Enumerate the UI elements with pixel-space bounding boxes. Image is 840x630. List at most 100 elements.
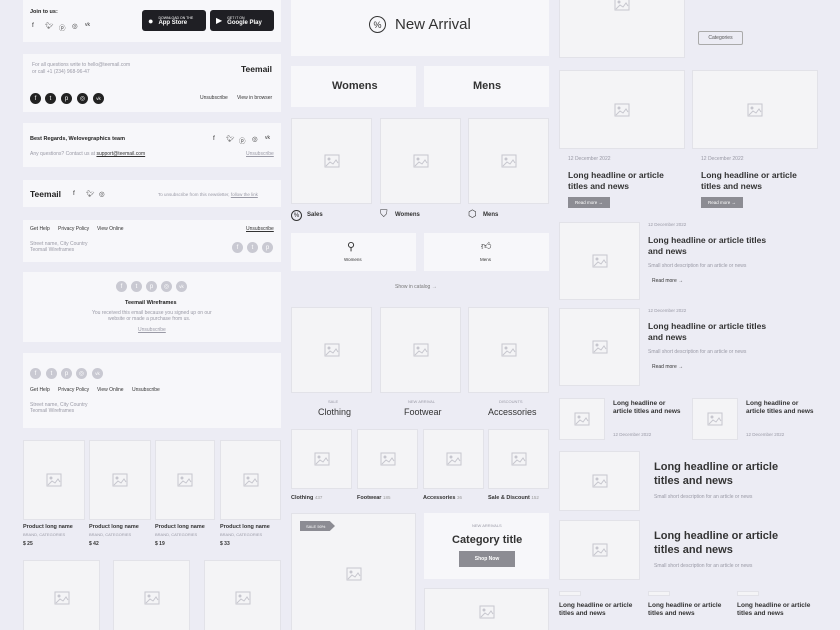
article-headline[interactable]: Long headline or article titles and news	[648, 235, 768, 256]
womens-category-label[interactable]: Womens	[395, 212, 420, 219]
category-count-label[interactable]: Accessories 36	[423, 495, 462, 501]
get-help-link[interactable]: Get Help	[30, 387, 50, 394]
article-image[interactable]	[559, 451, 640, 511]
twitter-icon[interactable]: t	[247, 242, 258, 253]
article-headline[interactable]: Long headline or article titles and news	[654, 461, 804, 489]
twitter-icon[interactable]: t	[45, 93, 56, 104]
categories-button[interactable]: Categories	[698, 31, 743, 45]
instagram-icon[interactable]: ◎	[161, 281, 172, 292]
sales-label[interactable]: Sales	[307, 212, 323, 219]
unsubscribe-link[interactable]: Unsubscribe	[246, 151, 274, 158]
facebook-icon[interactable]: f	[116, 281, 127, 292]
pinterest-icon[interactable]: p	[146, 281, 157, 292]
unsubscribe-link[interactable]: Unsubscribe	[200, 95, 228, 102]
mens-like-tile[interactable]	[424, 233, 549, 271]
vk-icon[interactable]: vk	[93, 93, 104, 104]
facebook-icon[interactable]: f	[73, 190, 75, 197]
show-in-catalog-link[interactable]: Show in catalog →	[395, 284, 437, 291]
category-big-label[interactable]: Accessories	[488, 407, 537, 417]
pinterest-icon[interactable]: ⓟ	[59, 22, 66, 32]
vk-icon[interactable]: vk	[85, 22, 90, 28]
support-email-link[interactable]: support@teemail.com	[96, 151, 145, 157]
shop-now-button[interactable]: Shop Now	[459, 551, 515, 567]
article-headline[interactable]: Long headline or article titles and news	[654, 530, 804, 558]
category-image[interactable]	[291, 429, 352, 489]
article-headline[interactable]: Long headline or article titles and news	[559, 602, 634, 618]
twitter-icon[interactable]: t	[46, 368, 57, 379]
category-image[interactable]	[357, 429, 418, 489]
article-image[interactable]	[559, 222, 640, 300]
product-image[interactable]	[23, 560, 100, 630]
mens-category-label[interactable]: Mens	[483, 212, 498, 219]
article-image[interactable]	[559, 308, 640, 386]
instagram-icon[interactable]: ◎	[72, 22, 78, 30]
product-image[interactable]	[424, 588, 549, 630]
app-store-button[interactable]: ● DOWNLOAD ON THE App Store	[142, 10, 206, 31]
article-image[interactable]	[692, 70, 818, 149]
read-more-button[interactable]: Read more →	[568, 197, 610, 208]
product-image[interactable]	[89, 440, 151, 520]
category-count-label[interactable]: Clothing 437	[291, 495, 322, 501]
read-more-button[interactable]: Read more →	[701, 197, 743, 208]
article-headline[interactable]: Long headline or article titles and news	[648, 602, 723, 618]
product-image[interactable]	[380, 118, 461, 204]
unsubscribe-link[interactable]: Unsubscribe	[138, 327, 166, 334]
category-count-label[interactable]: Footwear 185	[357, 495, 391, 501]
pinterest-icon[interactable]: p	[61, 93, 72, 104]
google-play-button[interactable]: ▶ GET IT ON Google Play	[210, 10, 274, 31]
instagram-icon[interactable]: ◎	[252, 135, 258, 143]
product-name[interactable]: Product long name	[89, 524, 139, 530]
twitter-icon[interactable]: 🐦︎	[86, 190, 94, 198]
facebook-icon[interactable]: f	[30, 368, 41, 379]
unsubscribe-link[interactable]: Unsubscribe	[132, 387, 160, 394]
twitter-icon[interactable]: t	[131, 281, 142, 292]
view-online-link[interactable]: View Online	[97, 387, 124, 394]
unsubscribe-link[interactable]: Unsubscribe	[246, 226, 274, 233]
product-image[interactable]	[220, 440, 281, 520]
product-name[interactable]: Product long name	[155, 524, 205, 530]
category-image[interactable]	[291, 307, 372, 393]
article-headline[interactable]: Long headline or article titles and news	[746, 400, 816, 416]
product-name[interactable]: Product long name	[220, 524, 270, 530]
category-big-label[interactable]: Footwear	[404, 407, 442, 417]
product-image[interactable]	[155, 440, 215, 520]
instagram-icon[interactable]: ◎	[76, 368, 87, 379]
read-more-link[interactable]: Read more →	[652, 364, 683, 371]
vk-icon[interactable]: vk	[265, 135, 270, 141]
privacy-link[interactable]: Privacy Policy	[58, 387, 89, 394]
facebook-icon[interactable]: f	[232, 242, 243, 253]
read-more-link[interactable]: Read more →	[652, 278, 683, 285]
category-big-label[interactable]: Clothing	[318, 407, 351, 417]
vk-icon[interactable]: vk	[176, 281, 187, 292]
article-image[interactable]	[559, 0, 685, 58]
pinterest-icon[interactable]: p	[262, 242, 273, 253]
pinterest-icon[interactable]: p	[61, 368, 72, 379]
article-headline[interactable]: Long headline or article titles and news	[701, 170, 811, 191]
article-headline[interactable]: Long headline or article titles and news	[568, 170, 678, 191]
article-headline[interactable]: Long headline or article titles and news	[737, 602, 812, 618]
article-headline[interactable]: Long headline or article titles and news	[648, 321, 768, 342]
article-headline[interactable]: Long headline or article titles and news	[613, 400, 683, 416]
product-image[interactable]	[113, 560, 190, 630]
instagram-icon[interactable]: ◎	[99, 190, 105, 198]
category-image[interactable]	[468, 307, 549, 393]
facebook-icon[interactable]: f	[30, 93, 41, 104]
article-image[interactable]	[559, 520, 640, 580]
category-count-label[interactable]: Sale & Discount 152	[488, 495, 539, 501]
facebook-icon[interactable]: f	[213, 135, 215, 142]
pinterest-icon[interactable]: ⓟ	[239, 135, 246, 145]
follow-link[interactable]: follow the link	[231, 192, 258, 197]
category-image[interactable]	[423, 429, 484, 489]
category-image[interactable]	[380, 307, 461, 393]
article-image[interactable]	[559, 398, 605, 440]
product-image[interactable]	[291, 118, 372, 204]
instagram-icon[interactable]: ◎	[77, 93, 88, 104]
article-image[interactable]	[559, 70, 685, 149]
view-online-link[interactable]: View Online	[97, 226, 124, 233]
category-image[interactable]	[488, 429, 549, 489]
twitter-icon[interactable]: 🐦︎	[45, 22, 53, 30]
product-image[interactable]	[468, 118, 549, 204]
vk-icon[interactable]: vk	[92, 368, 103, 379]
product-name[interactable]: Product long name	[23, 524, 73, 530]
facebook-icon[interactable]: f	[32, 22, 34, 29]
